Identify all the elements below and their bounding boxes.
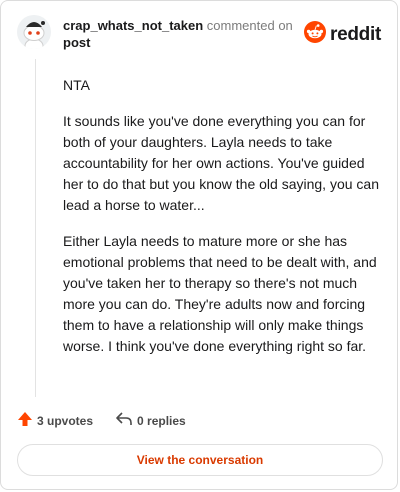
comment-header: crap_whats_not_taken commented on post xyxy=(63,17,293,51)
post-link[interactable]: post xyxy=(63,34,293,51)
snoo-avatar-icon[interactable] xyxy=(17,15,51,49)
upvotes-count: 3 upvotes xyxy=(37,413,94,428)
reply-arrow-icon xyxy=(115,411,133,430)
reply-button[interactable]: 0 replies xyxy=(115,411,186,430)
thread-line xyxy=(35,59,36,397)
reddit-logo[interactable]: reddit xyxy=(304,21,381,48)
upvote-arrow-icon xyxy=(17,411,33,430)
comment-body: NTA It sounds like you've done everythin… xyxy=(63,75,379,372)
comment-card: crap_whats_not_taken commented on post r… xyxy=(0,0,398,490)
commented-on-label: commented on xyxy=(206,18,293,33)
reddit-wordmark: reddit xyxy=(330,23,381,45)
replies-count: 0 replies xyxy=(137,413,186,428)
username-link[interactable]: crap_whats_not_taken xyxy=(63,18,203,33)
comment-paragraph-1: NTA xyxy=(63,77,90,93)
comment-actions: 3 upvotes 0 replies xyxy=(17,411,208,430)
upvote-button[interactable]: 3 upvotes xyxy=(17,411,93,430)
view-conversation-button[interactable]: View the conversation xyxy=(17,444,383,476)
reddit-logo-icon xyxy=(304,21,327,48)
comment-paragraph-2: It sounds like you've done everything yo… xyxy=(63,113,379,213)
comment-paragraph-3: Either Layla needs to mature more or she… xyxy=(63,233,377,354)
